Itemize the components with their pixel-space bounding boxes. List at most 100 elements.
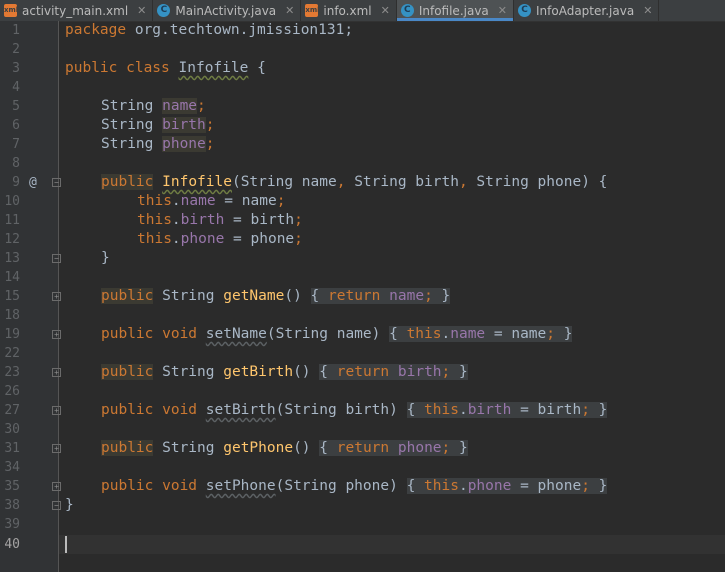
code-line[interactable]: 18	[0, 306, 725, 325]
code-text[interactable]: String phone;	[101, 135, 215, 154]
code-text[interactable]: public class Infofile {	[65, 59, 266, 78]
code-line[interactable]: 27 + public void setBirth(String birth) …	[0, 401, 725, 420]
folded-method-body[interactable]: { return name; }	[310, 288, 451, 304]
comma: ,	[458, 174, 468, 190]
code-text[interactable]: this.name = name;	[137, 192, 285, 211]
folded-method-body[interactable]: { return phone; }	[319, 440, 468, 456]
code-line[interactable]: 35 + public void setPhone(String phone) …	[0, 477, 725, 496]
fold-expand-icon[interactable]: +	[52, 368, 61, 377]
tab-infofile-java[interactable]: C Infofile.java ✕	[396, 0, 514, 21]
code-token: = birth	[224, 212, 295, 228]
fold-collapse-icon[interactable]: −	[52, 178, 61, 187]
code-line[interactable]: 26	[0, 382, 725, 401]
semicolon: ;	[205, 117, 215, 133]
keyword: return	[336, 440, 390, 456]
code-line[interactable]: 5 String name;	[0, 97, 725, 116]
code-text[interactable]: public String getBirth() { return birth;…	[101, 363, 468, 382]
code-text[interactable]: }	[101, 249, 110, 268]
code-line[interactable]: 7 String phone;	[0, 135, 725, 154]
line-number: 38	[4, 498, 20, 513]
code-text[interactable]: }	[65, 496, 74, 515]
code-token: .	[458, 478, 468, 494]
code-line[interactable]: 34	[0, 458, 725, 477]
code-line[interactable]: 19 + public void setName(String name) { …	[0, 325, 725, 344]
line-number: 27	[4, 403, 20, 418]
code-token: = name	[485, 326, 547, 342]
code-text[interactable]: public String getName() { return name; }	[101, 287, 451, 306]
code-line[interactable]: 9 @ − public Infofile(String name, Strin…	[0, 173, 725, 192]
code-line[interactable]: 23 + public String getBirth() { return b…	[0, 363, 725, 382]
folded-method-body[interactable]: { this.name = name; }	[389, 326, 573, 342]
fold-end-icon[interactable]: −	[52, 501, 61, 510]
fold-expand-icon[interactable]: +	[52, 292, 61, 301]
close-icon[interactable]: ✕	[643, 4, 652, 17]
code-text[interactable]: public void setPhone(String phone) { thi…	[101, 477, 608, 496]
keyword: public void	[101, 402, 198, 418]
code-line[interactable]: 8	[0, 154, 725, 173]
tab-info-xml[interactable]: xml info.xml ✕	[301, 0, 397, 21]
code-line[interactable]: 2	[0, 40, 725, 59]
close-icon[interactable]: ✕	[381, 4, 390, 17]
xml-file-icon: xml	[4, 4, 18, 17]
code-text[interactable]: public Infofile(String name, String birt…	[101, 173, 607, 192]
code-token: (String name)	[266, 326, 381, 342]
tab-activity-main-xml[interactable]: xml activity_main.xml ✕	[0, 0, 154, 21]
code-line[interactable]: 4	[0, 78, 725, 97]
line-number: 23	[4, 365, 20, 380]
tab-info-adapter-java[interactable]: C InfoAdapter.java ✕	[514, 0, 660, 21]
code-line[interactable]: 14	[0, 268, 725, 287]
fold-expand-icon[interactable]: +	[52, 482, 61, 491]
fold-end-icon[interactable]: −	[52, 254, 61, 263]
line-number: 5	[12, 99, 20, 114]
code-line[interactable]: 30	[0, 420, 725, 439]
code-token: }	[598, 478, 608, 494]
close-icon[interactable]: ✕	[137, 4, 146, 17]
code-token: {	[248, 60, 266, 76]
tab-label: activity_main.xml	[22, 3, 129, 18]
keyword: this	[406, 326, 442, 342]
code-line[interactable]: 13 − }	[0, 249, 725, 268]
line-number: 22	[4, 346, 20, 361]
code-line[interactable]: 3 public class Infofile {	[0, 59, 725, 78]
fold-expand-icon[interactable]: +	[52, 330, 61, 339]
code-line[interactable]: 11 this.birth = birth;	[0, 211, 725, 230]
code-text[interactable]: this.phone = phone;	[137, 230, 303, 249]
field: birth	[162, 117, 206, 133]
close-icon[interactable]: ✕	[285, 4, 294, 17]
code-text[interactable]: public void setBirth(String birth) { thi…	[101, 401, 608, 420]
line-number: 14	[4, 270, 20, 285]
code-line[interactable]: 10 this.name = name;	[0, 192, 725, 211]
folded-method-body[interactable]: { return birth; }	[319, 364, 468, 380]
code-line-current[interactable]: 40	[0, 535, 725, 554]
field: birth	[467, 402, 512, 418]
code-line[interactable]: 22	[0, 344, 725, 363]
folded-method-body[interactable]: { this.birth = birth; }	[406, 402, 608, 418]
fold-expand-icon[interactable]: +	[52, 406, 61, 415]
close-icon[interactable]: ✕	[498, 4, 507, 17]
code-text[interactable]: this.birth = birth;	[137, 211, 303, 230]
code-text[interactable]: package org.techtown.jmission131;	[65, 21, 353, 40]
code-text[interactable]: String name;	[101, 97, 206, 116]
line-number: 26	[4, 384, 20, 399]
type: String	[101, 117, 163, 133]
code-text[interactable]: String birth;	[101, 116, 215, 135]
code-text[interactable]: public void setName(String name) { this.…	[101, 325, 573, 344]
code-line[interactable]: 1 package org.techtown.jmission131;	[0, 21, 725, 40]
tab-main-activity-java[interactable]: C MainActivity.java ✕	[153, 0, 302, 21]
fold-expand-icon[interactable]: +	[52, 444, 61, 453]
code-line[interactable]: 31 + public String getPhone() { return p…	[0, 439, 725, 458]
folded-method-body[interactable]: { this.phone = phone; }	[406, 478, 608, 494]
override-marker-icon[interactable]: @	[29, 173, 37, 192]
code-text[interactable]: public String getPhone() { return phone;…	[101, 439, 468, 458]
code-line[interactable]: 38 − }	[0, 496, 725, 515]
code-line[interactable]: 6 String birth;	[0, 116, 725, 135]
code-line[interactable]: 39	[0, 515, 725, 534]
code-line[interactable]: 12 this.phone = phone;	[0, 230, 725, 249]
code-token: = phone	[511, 478, 582, 494]
code-line[interactable]: 15 + public String getName() { return na…	[0, 287, 725, 306]
